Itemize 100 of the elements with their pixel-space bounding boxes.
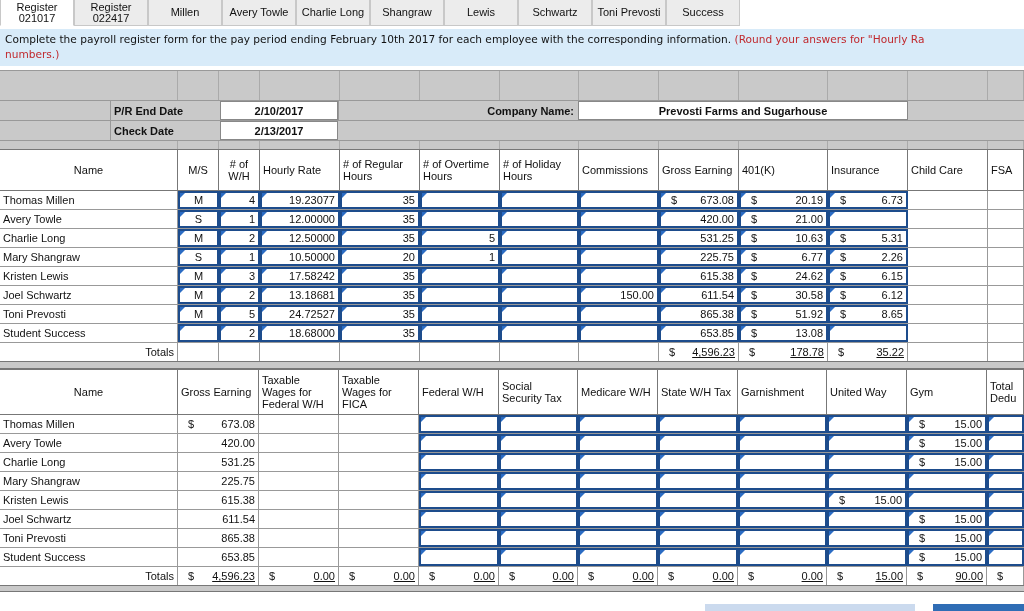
input-field[interactable] xyxy=(738,472,827,490)
input-field[interactable] xyxy=(987,529,1024,547)
input-field[interactable] xyxy=(827,415,907,433)
input-field[interactable]: 150.00 xyxy=(579,286,659,304)
tab[interactable]: Toni Prevosti xyxy=(592,0,666,26)
input-field[interactable] xyxy=(578,491,658,509)
input-field[interactable] xyxy=(419,548,499,566)
input-field[interactable]: 615.38 xyxy=(659,267,739,285)
input-field[interactable] xyxy=(828,210,908,228)
input-field[interactable] xyxy=(499,415,578,433)
input-field[interactable] xyxy=(658,415,738,433)
input-field[interactable]: 4 xyxy=(219,191,260,209)
input-field[interactable]: S xyxy=(178,210,219,228)
input-field[interactable]: $ 6.77 xyxy=(739,248,828,266)
input-field[interactable] xyxy=(738,434,827,452)
input-field[interactable] xyxy=(499,491,578,509)
input-field[interactable] xyxy=(578,472,658,490)
input-field[interactable]: 35 xyxy=(340,324,420,342)
input-field[interactable]: 20 xyxy=(340,248,420,266)
input-field[interactable]: 35 xyxy=(340,210,420,228)
input-field[interactable] xyxy=(579,267,659,285)
tab[interactable]: Register 021017 xyxy=(0,0,74,26)
input-field[interactable]: 1 xyxy=(219,248,260,266)
input-field[interactable] xyxy=(738,548,827,566)
input-field[interactable] xyxy=(987,510,1024,528)
input-field[interactable] xyxy=(827,510,907,528)
input-field[interactable] xyxy=(419,415,499,433)
input-field[interactable] xyxy=(419,472,499,490)
input-field[interactable] xyxy=(500,229,579,247)
input-field[interactable] xyxy=(579,324,659,342)
input-field[interactable] xyxy=(738,510,827,528)
input-field[interactable] xyxy=(420,210,500,228)
input-field[interactable]: $ 30.58 xyxy=(739,286,828,304)
input-field[interactable] xyxy=(738,529,827,547)
input-field[interactable] xyxy=(499,453,578,471)
input-field[interactable] xyxy=(420,267,500,285)
input-field[interactable] xyxy=(579,248,659,266)
input-field[interactable]: 12.50000 xyxy=(260,229,340,247)
input-field[interactable]: $ 15.00 xyxy=(907,434,987,452)
input-field[interactable] xyxy=(419,529,499,547)
input-field[interactable]: 1 xyxy=(420,248,500,266)
input-field[interactable] xyxy=(827,453,907,471)
tab[interactable]: Avery Towle xyxy=(222,0,296,26)
input-field[interactable]: 19.23077 xyxy=(260,191,340,209)
input-field[interactable] xyxy=(420,191,500,209)
input-field[interactable] xyxy=(907,472,987,490)
input-field[interactable] xyxy=(579,229,659,247)
input-field[interactable] xyxy=(827,529,907,547)
input-field[interactable]: $ 6.73 xyxy=(828,191,908,209)
input-field[interactable]: $ 15.00 xyxy=(907,415,987,433)
input-field[interactable]: M xyxy=(178,191,219,209)
input-field[interactable] xyxy=(658,548,738,566)
tab[interactable]: Lewis xyxy=(444,0,518,26)
input-field[interactable] xyxy=(827,434,907,452)
input-field[interactable]: $ 51.92 xyxy=(739,305,828,323)
input-field[interactable]: 18.68000 xyxy=(260,324,340,342)
input-field[interactable]: 17.58242 xyxy=(260,267,340,285)
input-field[interactable] xyxy=(420,286,500,304)
input-field[interactable]: $ 13.08 xyxy=(739,324,828,342)
tab[interactable]: Millen xyxy=(148,0,222,26)
input-field[interactable] xyxy=(579,191,659,209)
input-field[interactable] xyxy=(658,491,738,509)
input-field[interactable]: 10.50000 xyxy=(260,248,340,266)
input-field[interactable] xyxy=(987,453,1024,471)
input-field[interactable] xyxy=(499,472,578,490)
input-field[interactable] xyxy=(500,286,579,304)
input-field[interactable]: 35 xyxy=(340,191,420,209)
input-field[interactable] xyxy=(578,415,658,433)
input-field[interactable]: $ 24.62 xyxy=(739,267,828,285)
tab[interactable]: Shangraw xyxy=(370,0,444,26)
input-field[interactable] xyxy=(500,267,579,285)
input-field[interactable] xyxy=(420,305,500,323)
input-field[interactable]: 225.75 xyxy=(659,248,739,266)
input-field[interactable]: $ 15.00 xyxy=(907,453,987,471)
input-field[interactable]: M xyxy=(178,286,219,304)
input-field[interactable] xyxy=(827,472,907,490)
input-field[interactable] xyxy=(738,491,827,509)
input-field[interactable]: 5 xyxy=(219,305,260,323)
input-field[interactable]: $ 20.19 xyxy=(739,191,828,209)
input-field[interactable]: 2 xyxy=(219,324,260,342)
input-field[interactable]: 611.54 xyxy=(659,286,739,304)
input-field[interactable]: $ 6.12 xyxy=(828,286,908,304)
input-field[interactable] xyxy=(828,324,908,342)
input-field[interactable]: M xyxy=(178,267,219,285)
input-field[interactable] xyxy=(658,472,738,490)
input-field[interactable] xyxy=(658,510,738,528)
input-field[interactable] xyxy=(827,548,907,566)
input-field[interactable] xyxy=(579,210,659,228)
input-field[interactable]: 653.85 xyxy=(659,324,739,342)
input-field[interactable] xyxy=(578,434,658,452)
input-field[interactable]: $ 2.26 xyxy=(828,248,908,266)
input-field[interactable]: 35 xyxy=(340,305,420,323)
input-field[interactable] xyxy=(500,191,579,209)
input-field[interactable] xyxy=(658,434,738,452)
input-field[interactable] xyxy=(499,548,578,566)
input-field[interactable] xyxy=(738,453,827,471)
input-field[interactable]: 865.38 xyxy=(659,305,739,323)
input-field[interactable] xyxy=(420,324,500,342)
input-field[interactable]: 35 xyxy=(340,229,420,247)
input-field[interactable]: $ 15.00 xyxy=(907,529,987,547)
